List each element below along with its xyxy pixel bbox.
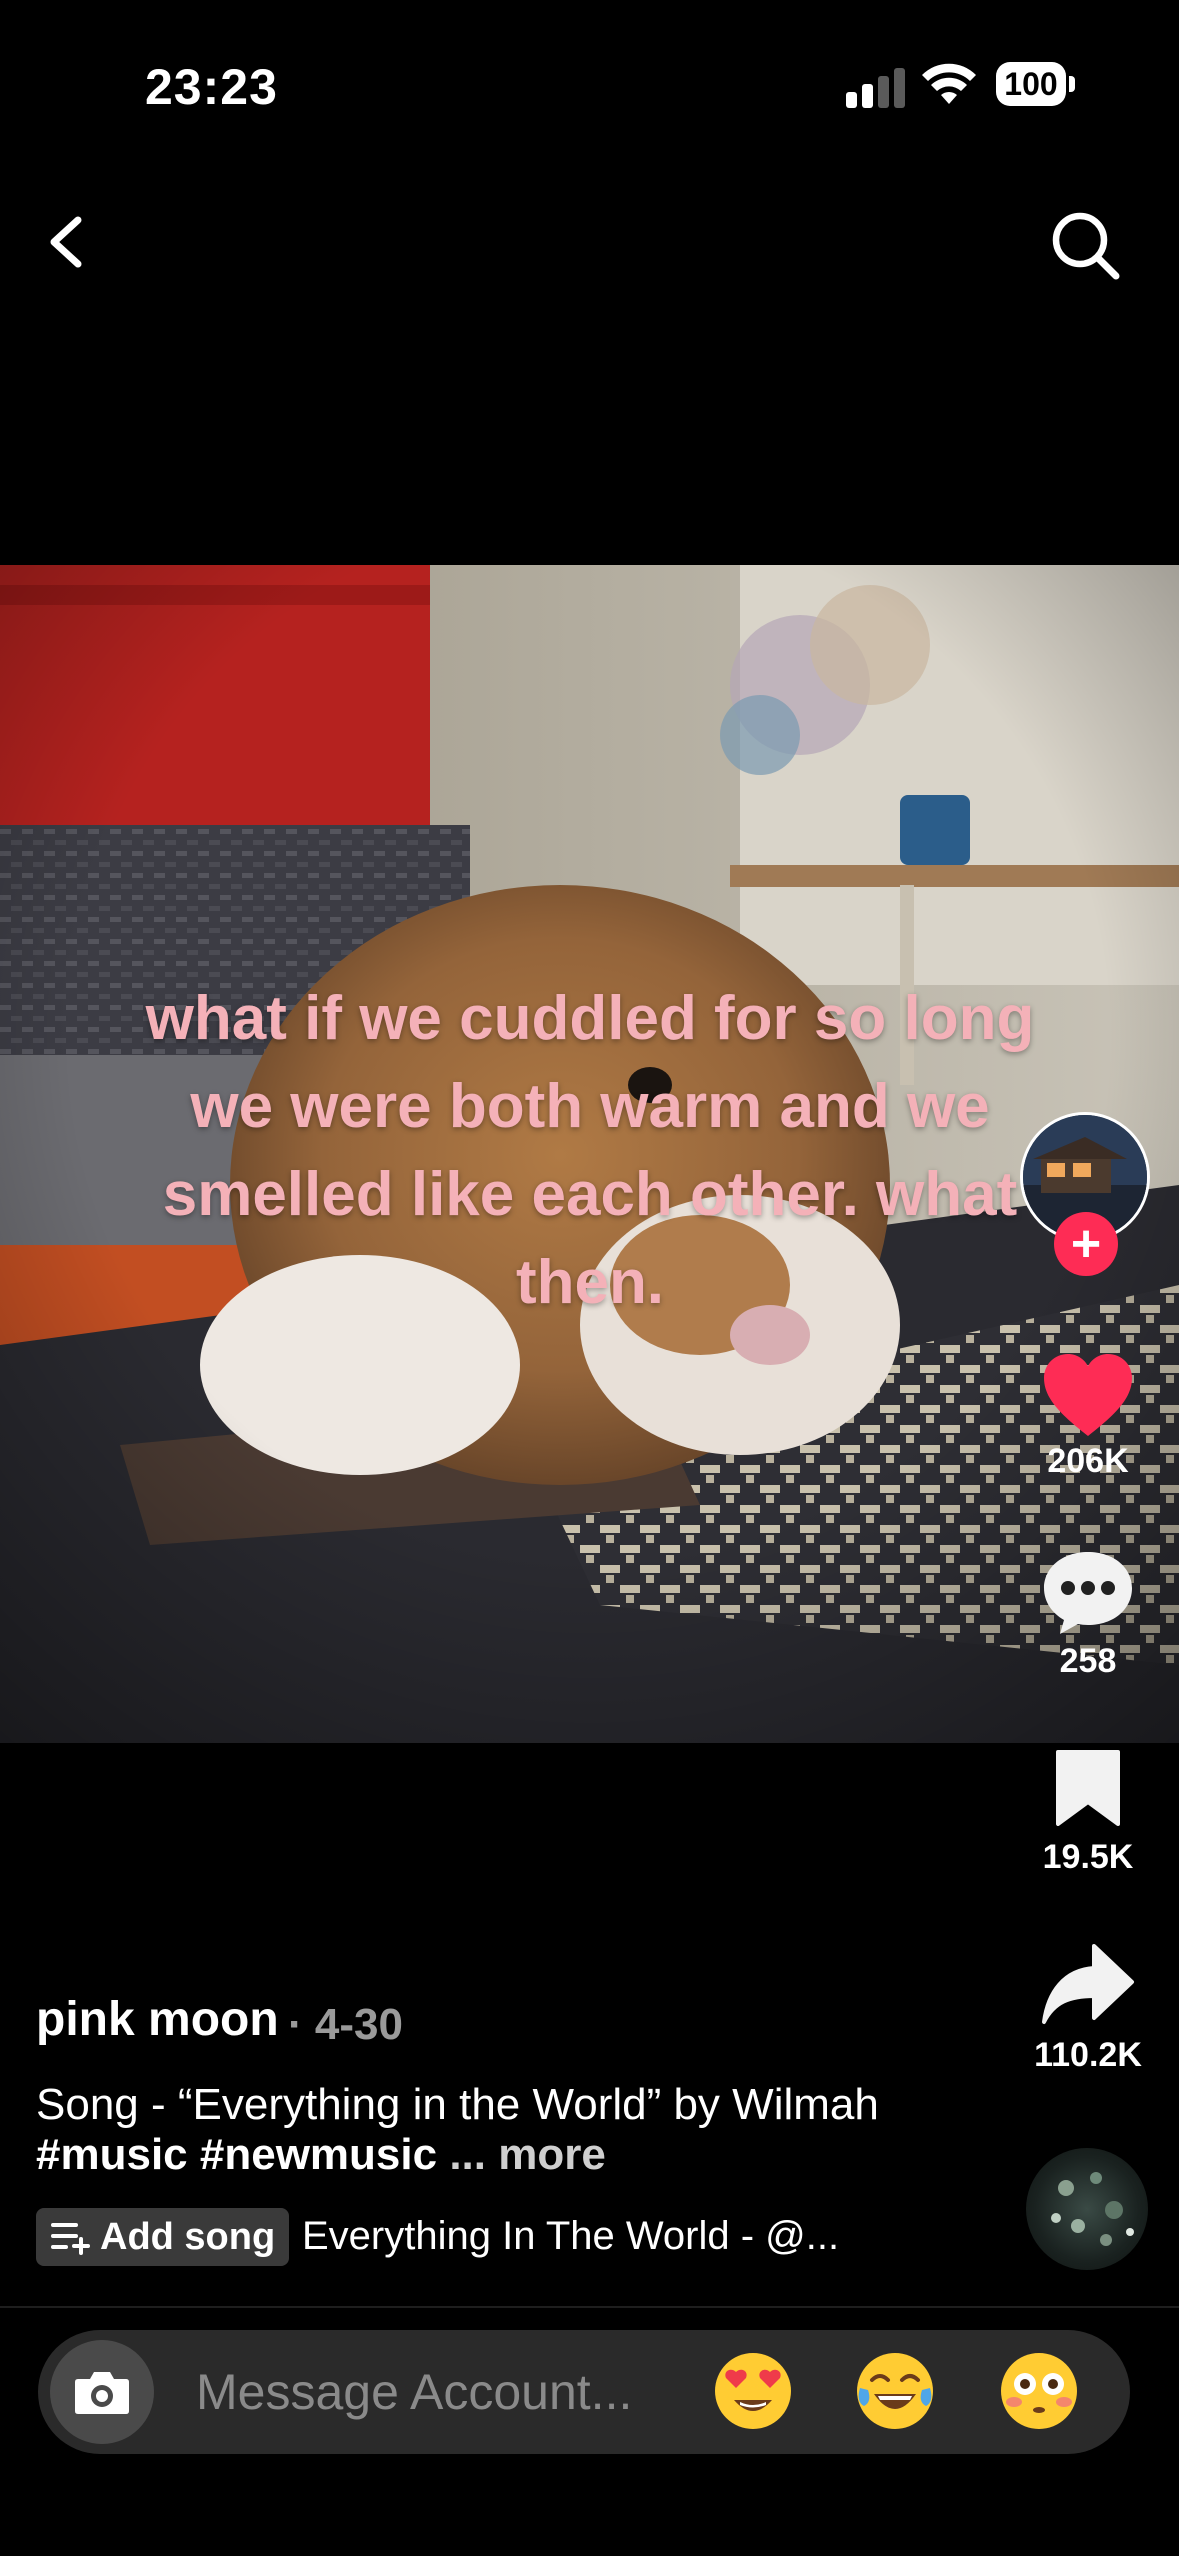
bookmark-icon[interactable]	[1052, 1748, 1124, 1826]
follow-button[interactable]: +	[1054, 1212, 1118, 1276]
post-description[interactable]: Song - “Everything in the World” by Wilm…	[36, 2080, 916, 2180]
description-ellipsis: ...	[449, 2130, 487, 2179]
music-disc-icon[interactable]	[1026, 2148, 1148, 2270]
heart-eyes-emoji-icon[interactable]	[712, 2350, 794, 2432]
battery-icon: 100	[996, 62, 1076, 108]
comment-count: 258	[1059, 1642, 1117, 1680]
post-date: · 4-30	[288, 2000, 403, 2049]
message-input[interactable]	[196, 2360, 676, 2424]
wifi-icon	[922, 63, 976, 104]
share-count: 110.2K	[1034, 2036, 1142, 2074]
add-song-button[interactable]: Add song	[36, 2208, 290, 2266]
tears-of-joy-emoji-icon[interactable]	[854, 2350, 936, 2432]
author-name[interactable]: pink moon	[36, 1992, 279, 2047]
camera-button[interactable]	[50, 2340, 154, 2444]
cellular-signal-icon	[846, 64, 906, 108]
share-icon[interactable]	[1040, 1942, 1136, 2026]
more-link[interactable]: more	[498, 2130, 606, 2179]
like-count: 206K	[1047, 1442, 1129, 1480]
chevron-left-icon[interactable]	[38, 212, 98, 272]
search-icon[interactable]	[1048, 208, 1122, 282]
hashtag[interactable]: #music	[36, 2130, 188, 2179]
song-title[interactable]: Everything In The World - @...	[302, 2214, 839, 2259]
battery-level: 100	[996, 62, 1066, 106]
save-count: 19.5K	[1042, 1838, 1134, 1876]
comment-icon[interactable]	[1040, 1546, 1136, 1638]
camera-icon	[75, 2372, 129, 2414]
playlist-add-icon	[51, 2223, 90, 2255]
hashtag[interactable]: #newmusic	[200, 2130, 437, 2179]
heart-icon[interactable]	[1040, 1350, 1136, 1440]
flushed-emoji-icon[interactable]	[998, 2350, 1080, 2432]
video-caption-overlay: what if we cuddled for so long we were b…	[145, 984, 1035, 1317]
description-text: Song - “Everything in the World” by Wilm…	[36, 2080, 879, 2129]
divider	[0, 2306, 1179, 2308]
status-time: 23:23	[145, 59, 278, 115]
add-song-label: Add song	[100, 2215, 276, 2258]
